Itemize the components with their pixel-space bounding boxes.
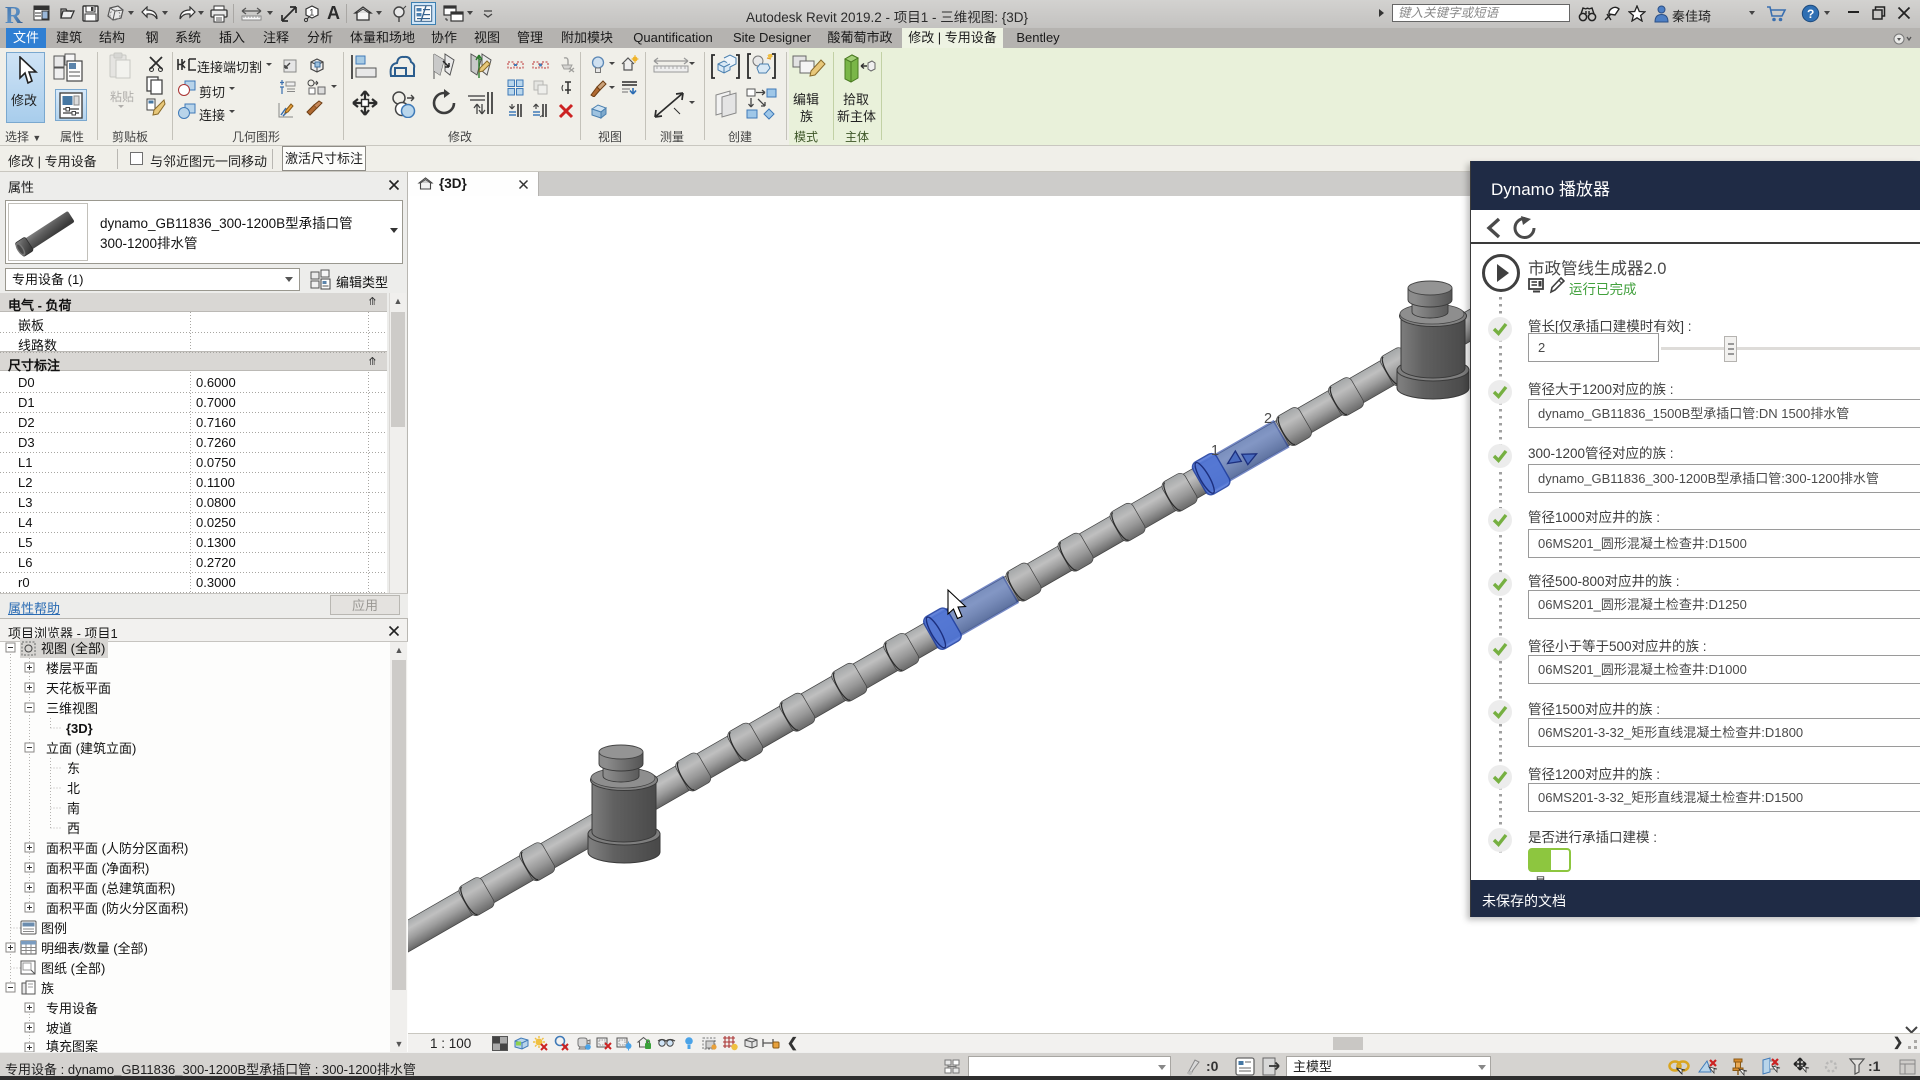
svg-text:楼层平面: 楼层平面 <box>46 661 98 676</box>
svg-text:三维视图: 三维视图 <box>46 701 98 716</box>
svg-text:明细表/数量 (全部): 明细表/数量 (全部) <box>41 941 148 956</box>
svg-text:族: 族 <box>41 981 54 996</box>
svg-text:南: 南 <box>67 801 80 816</box>
svg-text:图纸 (全部): 图纸 (全部) <box>41 961 105 976</box>
svg-text:视图 (全部): 视图 (全部) <box>41 641 105 656</box>
svg-text:R: R <box>5 3 23 27</box>
svg-text:面积平面 (人防分区面积): 面积平面 (人防分区面积) <box>46 841 188 856</box>
svg-text:2: 2 <box>1264 411 1272 427</box>
svg-text:北: 北 <box>67 781 80 796</box>
svg-text:面积平面 (总建筑面积): 面积平面 (总建筑面积) <box>46 881 175 896</box>
svg-text:面积平面 (净面积): 面积平面 (净面积) <box>46 861 149 876</box>
svg-text:坡道: 坡道 <box>46 1021 72 1036</box>
svg-text:图例: 图例 <box>41 921 67 936</box>
svg-text:1: 1 <box>1211 443 1219 459</box>
svg-text:西: 西 <box>67 821 80 836</box>
svg-text:天花板平面: 天花板平面 <box>46 681 111 696</box>
svg-text:东: 东 <box>67 761 80 776</box>
svg-text:?: ? <box>1807 7 1814 21</box>
svg-text:立面 (建筑立面): 立面 (建筑立面) <box>46 741 136 756</box>
svg-text:面积平面 (防火分区面积): 面积平面 (防火分区面积) <box>46 901 188 916</box>
svg-text:专用设备: 专用设备 <box>46 1001 98 1016</box>
svg-text:{3D}: {3D} <box>66 721 93 736</box>
